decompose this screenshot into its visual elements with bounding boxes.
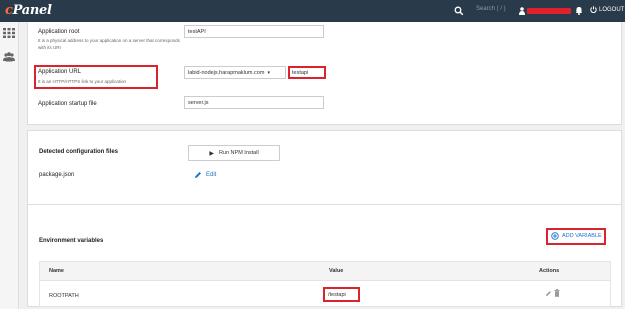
env-var-value: /testapi	[328, 292, 346, 298]
startup-file-input[interactable]: server.js	[184, 96, 324, 109]
pencil-icon	[195, 172, 201, 178]
startup-file-label: Application startup file	[38, 101, 97, 107]
domain-select[interactable]: labid-nodejs.harapmaklum.com ▾	[184, 66, 286, 79]
users-icon[interactable]	[3, 52, 15, 62]
power-icon	[590, 6, 597, 13]
app-root-label: Application root	[38, 29, 80, 35]
user-menu[interactable]: ▾	[519, 6, 579, 16]
search-input[interactable]: Search ( / )	[476, 6, 506, 12]
column-header-actions: Actions	[539, 268, 560, 274]
app-root-input[interactable]: testAPI	[184, 25, 324, 38]
trash-icon[interactable]	[554, 289, 560, 297]
user-icon	[519, 7, 525, 15]
app-url-path-input[interactable]: testapi	[288, 66, 326, 79]
app-root-help: It is a physical address to your applica…	[38, 38, 180, 50]
username-redacted	[527, 8, 571, 14]
top-bar: cPanel Search ( / ) ▾ LOGOUT	[0, 0, 625, 22]
bell-icon[interactable]	[575, 6, 583, 15]
main-content: Application root It is a physical addres…	[19, 22, 625, 309]
logout-button[interactable]: LOGOUT	[590, 6, 624, 13]
edit-icon[interactable]	[545, 290, 552, 297]
config-files-title: Detected configuration files	[39, 149, 119, 155]
env-variables-panel: Environment variables ADD VARIABLE Name …	[27, 204, 622, 307]
table-header: Name Value Actions	[40, 262, 610, 281]
run-npm-install-button[interactable]: ▶ Run NPM Install	[188, 145, 280, 161]
column-header-value: Value	[329, 268, 344, 274]
config-files-panel: Detected configuration files ▶ Run NPM I…	[27, 130, 622, 209]
env-variables-title: Environment variables	[39, 238, 104, 244]
plus-circle-icon	[551, 232, 559, 240]
app-url-help: It is an HTTP/HTTPS link to your applica…	[38, 79, 127, 84]
app-url-label: Application URL	[38, 69, 82, 75]
chevron-down-icon: ▾	[267, 69, 270, 76]
add-variable-button[interactable]: ADD VARIABLE	[551, 232, 602, 240]
column-header-name: Name	[49, 268, 64, 274]
edit-link[interactable]: Edit	[194, 171, 216, 179]
env-var-name: ROOTPATH	[49, 293, 79, 299]
application-settings-panel: Application root It is a physical addres…	[27, 22, 622, 125]
play-icon: ▶	[209, 150, 214, 157]
search-icon[interactable]	[454, 6, 464, 16]
env-variables-table: Name Value Actions ROOTPATH /testapi	[39, 261, 611, 307]
sidebar	[0, 22, 19, 309]
grid-icon[interactable]	[3, 28, 15, 38]
cpanel-logo[interactable]: cPanel	[5, 3, 52, 18]
package-json-file: package.json	[39, 172, 75, 178]
